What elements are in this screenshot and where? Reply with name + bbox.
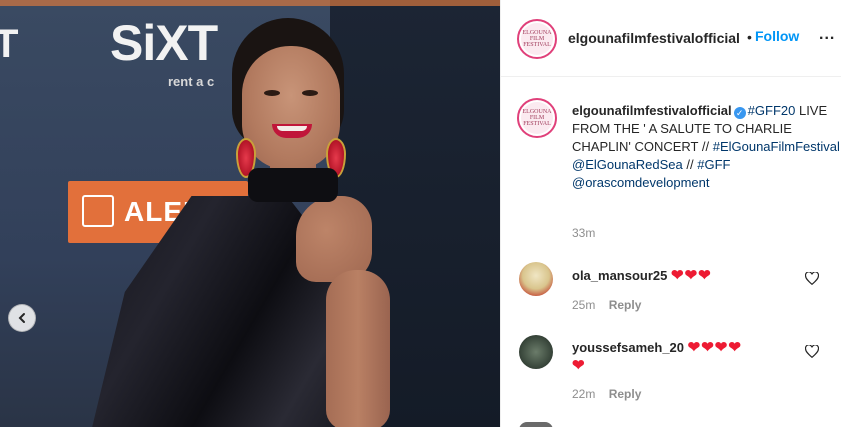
comment-meta: 25m Reply <box>572 298 641 312</box>
comment-text: ola_mansour25 ❤❤❤ <box>572 266 712 284</box>
post-sidebar: ELGOUNA FILM FESTIVAL elgounafilmfestiva… <box>500 0 841 427</box>
hashtag-link[interactable]: #GFF20 <box>748 103 796 118</box>
right-eye <box>302 90 318 96</box>
header-username[interactable]: elgounafilmfestivalofficial <box>568 30 740 46</box>
sponsor-logo-partial: T <box>0 22 19 66</box>
chevron-left-icon <box>18 313 25 323</box>
verified-badge-icon: ✓ <box>733 107 746 119</box>
smile <box>272 124 312 138</box>
avatar[interactable] <box>519 335 553 369</box>
woman-figure <box>60 0 460 427</box>
comment-username[interactable]: ola_mansour25 <box>572 268 667 283</box>
comment-timestamp[interactable]: 25m <box>572 298 595 312</box>
mention-link[interactable]: @orascomdevelopment <box>572 175 709 190</box>
caption-timestamp[interactable]: 33m <box>572 226 595 240</box>
left-eye <box>264 90 280 96</box>
separator-dot: • <box>747 29 752 45</box>
caption-username[interactable]: elgounafilmfestivalofficial <box>572 103 732 118</box>
comment-meta: 22m Reply <box>572 387 641 401</box>
more-options-button[interactable]: ... <box>819 26 835 44</box>
avatar[interactable]: ELGOUNA FILM FESTIVAL <box>517 19 557 59</box>
post-header: ELGOUNA FILM FESTIVAL elgounafilmfestiva… <box>501 0 841 77</box>
avatar[interactable] <box>519 262 553 296</box>
heart-emojis: ❤❤❤ <box>671 267 712 284</box>
comment-text: youssefsameh_20 ❤❤❤❤ ❤ <box>572 339 802 375</box>
hashtag-link[interactable]: #ElGounaFilmFestival <box>713 139 840 154</box>
caption-separator: // <box>682 157 698 172</box>
caption-avatar[interactable]: ELGOUNA FILM FESTIVAL <box>517 98 557 138</box>
arm <box>326 270 390 427</box>
heart-emojis: ❤ <box>572 357 586 374</box>
mention-link[interactable]: @ElGounaRedSea <box>572 157 683 172</box>
neck-scarf <box>248 168 338 202</box>
follow-button[interactable]: Follow <box>755 28 799 44</box>
heart-like-icon[interactable] <box>805 272 819 285</box>
heart-like-icon[interactable] <box>805 345 819 358</box>
next-comment-peek <box>501 418 841 427</box>
reply-button[interactable]: Reply <box>609 298 642 312</box>
carousel-prev-button[interactable] <box>8 304 36 332</box>
post-photo[interactable]: T SiXT rent a c ALEF <box>0 0 500 427</box>
avatar[interactable] <box>519 422 553 427</box>
heart-emojis: ❤❤❤❤ <box>687 339 742 356</box>
comment-timestamp[interactable]: 22m <box>572 387 595 401</box>
avatar-logo: ELGOUNA FILM FESTIVAL <box>521 102 553 134</box>
reply-button[interactable]: Reply <box>609 387 642 401</box>
avatar-logo: ELGOUNA FILM FESTIVAL <box>521 23 553 55</box>
hashtag-link[interactable]: #GFF <box>697 157 730 172</box>
comment-username[interactable]: youssefsameh_20 <box>572 340 684 355</box>
caption-text: elgounafilmfestivalofficial ✓ #GFF20 LIVE … <box>572 102 841 192</box>
